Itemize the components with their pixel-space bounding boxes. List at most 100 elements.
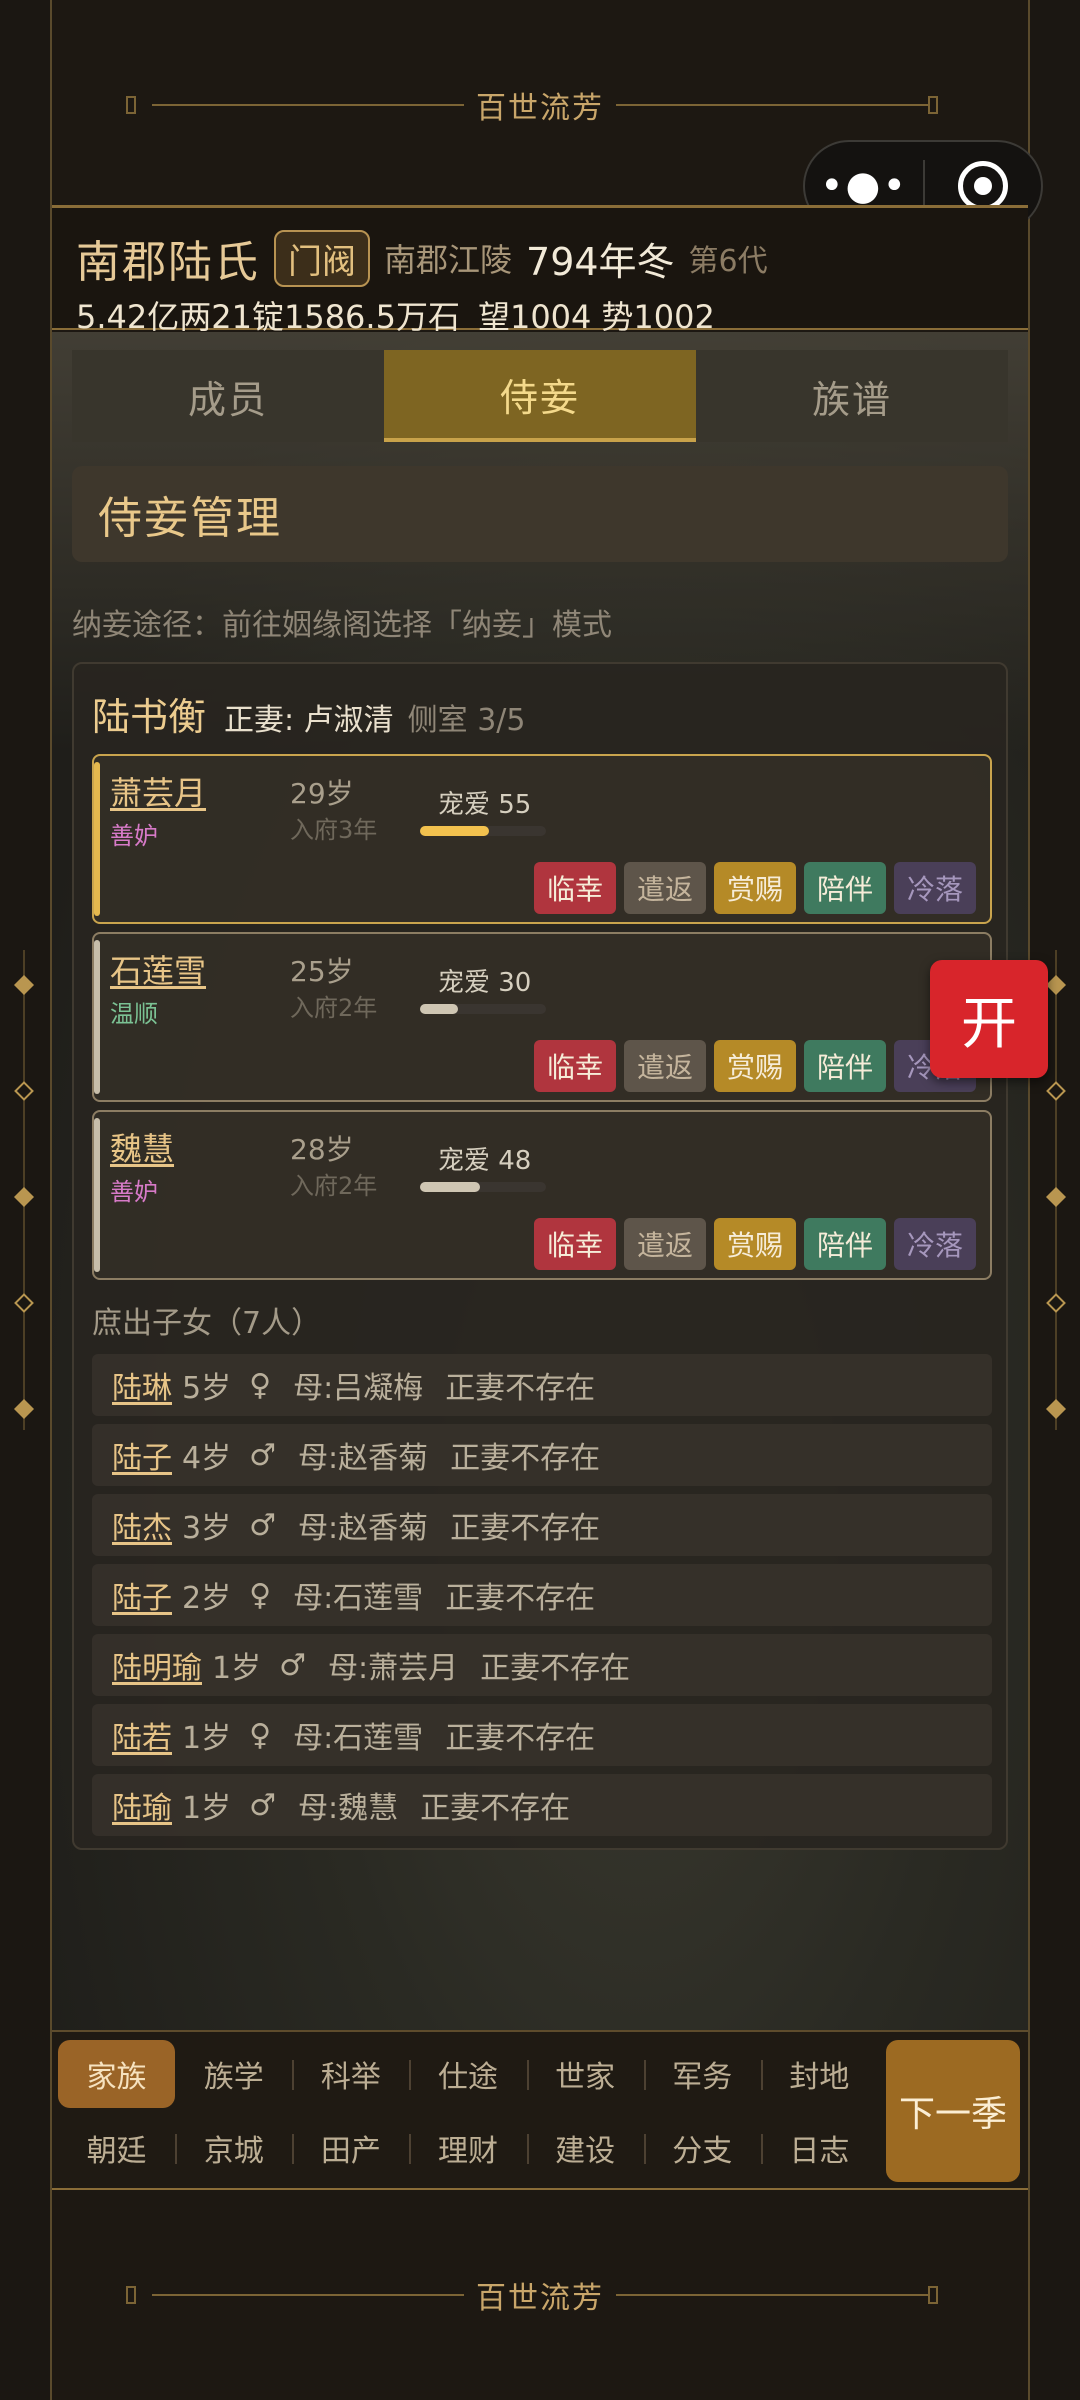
child-row: 陆琳 5岁 ♀ 母:吕凝梅 正妻不存在 <box>92 1354 992 1416</box>
nav-school[interactable]: 族学 <box>175 2040 292 2108</box>
favor-bar <box>420 826 546 836</box>
target-circle-icon <box>958 161 1008 211</box>
concubine-hint: 纳妾途径：前往姻缘阁选择「纳妾」模式 <box>72 608 612 643</box>
accompany-button[interactable]: 陪伴 <box>804 1218 886 1270</box>
concubine-trait: 善妒 <box>110 822 158 850</box>
child-sex: ♀ <box>249 1577 272 1613</box>
clan-rank-badge: 门阀 <box>274 229 370 287</box>
child-mother: 母:萧芸月 <box>328 1651 459 1686</box>
child-status: 正妻不存在 <box>445 1581 596 1616</box>
child-mother: 母:赵香菊 <box>298 1511 429 1546</box>
neglect-button[interactable]: 冷落 <box>894 862 976 914</box>
generation: 第6代 <box>688 244 768 279</box>
panel-title: 侍妾管理 <box>72 466 1008 562</box>
child-age: 3岁 <box>182 1511 232 1546</box>
child-mother: 母:石莲雪 <box>293 1721 424 1756</box>
power-stat: 势1002 <box>601 298 715 336</box>
child-name[interactable]: 陆子 <box>112 1433 172 1477</box>
nav-clan[interactable]: 家族 <box>58 2040 176 2108</box>
lord-info: 陆书衡 正妻: 卢淑清 侧室 3/5 <box>92 686 526 741</box>
reward-button[interactable]: 赏赐 <box>714 1040 796 1092</box>
nav-exam[interactable]: 科举 <box>292 2040 409 2108</box>
child-row: 陆若 1岁 ♀ 母:石莲雪 正妻不存在 <box>92 1704 992 1766</box>
concubine-card: 陆书衡 正妻: 卢淑清 侧室 3/5 萧芸月 善妒 29岁 入府3年 宠爱 55… <box>72 662 1008 1850</box>
accompany-button[interactable]: 陪伴 <box>804 1040 886 1092</box>
clan-header: 南郡陆氏 门阀 南郡江陵 794年冬 第6代 5.42亿两21锭1586.5万石… <box>52 205 1028 336</box>
child-age: 1岁 <box>182 1721 232 1756</box>
tab-genealogy[interactable]: 族谱 <box>696 350 1008 442</box>
dismiss-button[interactable]: 遣返 <box>624 1040 706 1092</box>
concubine-name[interactable]: 萧芸月 <box>110 768 206 814</box>
concubine-name[interactable]: 魏慧 <box>110 1124 174 1170</box>
concubine-row[interactable]: 魏慧 善妒 28岁 入府2年 宠爱 48 临幸 遣返 赏赐 陪伴 冷落 <box>92 1110 992 1280</box>
child-name[interactable]: 陆瑜 <box>112 1783 172 1827</box>
lord-name: 陆书衡 <box>92 695 207 739</box>
concubine-name[interactable]: 石莲雪 <box>110 946 206 992</box>
nav-military[interactable]: 军务 <box>643 2040 761 2108</box>
reward-button[interactable]: 赏赐 <box>714 862 796 914</box>
concubine-row[interactable]: 萧芸月 善妒 29岁 入府3年 宠爱 55 临幸 遣返 赏赐 陪伴 冷落 <box>92 754 992 924</box>
child-name[interactable]: 陆若 <box>112 1713 172 1757</box>
more-dots-icon[interactable]: •●• <box>805 163 923 209</box>
favor-bar-fill <box>420 1004 458 1014</box>
favor-bar-fill <box>420 826 490 836</box>
favor-label: 宠爱 48 <box>438 1146 532 1176</box>
tab-concubines[interactable]: 侍妾 <box>384 350 696 442</box>
nav-capital[interactable]: 京城 <box>175 2114 292 2182</box>
child-row: 陆子 4岁 ♂ 母:赵香菊 正妻不存在 <box>92 1424 992 1486</box>
child-mother: 母:魏慧 <box>298 1791 399 1826</box>
child-name[interactable]: 陆琳 <box>112 1363 172 1407</box>
dismiss-button[interactable]: 遣返 <box>624 1218 706 1270</box>
child-row: 陆明瑜 1岁 ♂ 母:萧芸月 正妻不存在 <box>92 1634 992 1696</box>
wife-label: 正妻: 卢淑清 <box>224 703 394 738</box>
nav-career[interactable]: 仕途 <box>409 2040 526 2108</box>
child-name[interactable]: 陆杰 <box>112 1503 172 1547</box>
child-mother: 母:吕凝梅 <box>293 1371 424 1406</box>
concubine-trait: 温顺 <box>110 1000 158 1028</box>
nav-families[interactable]: 世家 <box>526 2040 644 2108</box>
child-name[interactable]: 陆子 <box>112 1573 172 1617</box>
child-age: 1岁 <box>212 1651 262 1686</box>
right-ornament <box>1046 950 1066 1430</box>
child-status: 正妻不存在 <box>480 1651 631 1686</box>
child-status: 正妻不存在 <box>445 1371 596 1406</box>
money-stat: 5.42亿两21锭1586.5万石 <box>76 298 460 336</box>
close-miniprogram-button[interactable] <box>925 161 1041 211</box>
nav-finance[interactable]: 理财 <box>409 2114 526 2182</box>
concubine-years: 入府3年 <box>290 816 378 844</box>
nav-farmland[interactable]: 田产 <box>292 2114 409 2182</box>
concubine-count: 侧室 3/5 <box>407 703 526 738</box>
nav-log[interactable]: 日志 <box>760 2114 878 2182</box>
child-status: 正妻不存在 <box>445 1721 596 1756</box>
child-name[interactable]: 陆明瑜 <box>112 1643 202 1687</box>
visit-button[interactable]: 临幸 <box>534 1218 616 1270</box>
next-season-button[interactable]: 下一季 <box>886 2040 1020 2182</box>
favor-bar <box>420 1182 546 1192</box>
nav-fief[interactable]: 封地 <box>760 2040 878 2108</box>
concubine-row[interactable]: 石莲雪 温顺 25岁 入府2年 宠爱 30 临幸 遣返 赏赐 陪伴 冷落 <box>92 932 992 1102</box>
nav-branch[interactable]: 分支 <box>643 2114 761 2182</box>
reward-button[interactable]: 赏赐 <box>714 1218 796 1270</box>
child-row: 陆瑜 1岁 ♂ 母:魏慧 正妻不存在 <box>92 1774 992 1836</box>
tab-members[interactable]: 成员 <box>72 350 384 442</box>
game-year: 794年冬 <box>526 239 675 284</box>
child-row: 陆杰 3岁 ♂ 母:赵香菊 正妻不存在 <box>92 1494 992 1556</box>
clan-name: 南郡陆氏 <box>76 237 260 288</box>
bottom-nav: 家族 族学 科举 仕途 世家 军务 封地 朝廷 京城 田产 理财 建设 分支 日… <box>52 2030 1028 2190</box>
nav-court[interactable]: 朝廷 <box>58 2114 175 2182</box>
banner-title: 百世流芳 <box>464 2273 616 2317</box>
concubine-age: 28岁 <box>290 1133 354 1166</box>
child-row: 陆子 2岁 ♀ 母:石莲雪 正妻不存在 <box>92 1564 992 1626</box>
visit-button[interactable]: 临幸 <box>534 862 616 914</box>
nav-build[interactable]: 建设 <box>526 2114 644 2182</box>
neglect-button[interactable]: 冷落 <box>894 1218 976 1270</box>
dismiss-button[interactable]: 遣返 <box>624 862 706 914</box>
left-ornament <box>14 950 34 1430</box>
prestige-stat: 望1004 <box>477 298 592 336</box>
floating-open-button[interactable]: 开 <box>930 960 1048 1078</box>
visit-button[interactable]: 临幸 <box>534 1040 616 1092</box>
child-sex: ♂ <box>249 1507 276 1543</box>
accompany-button[interactable]: 陪伴 <box>804 862 886 914</box>
banner-title: 百世流芳 <box>464 83 616 127</box>
concubine-age: 29岁 <box>290 777 354 810</box>
